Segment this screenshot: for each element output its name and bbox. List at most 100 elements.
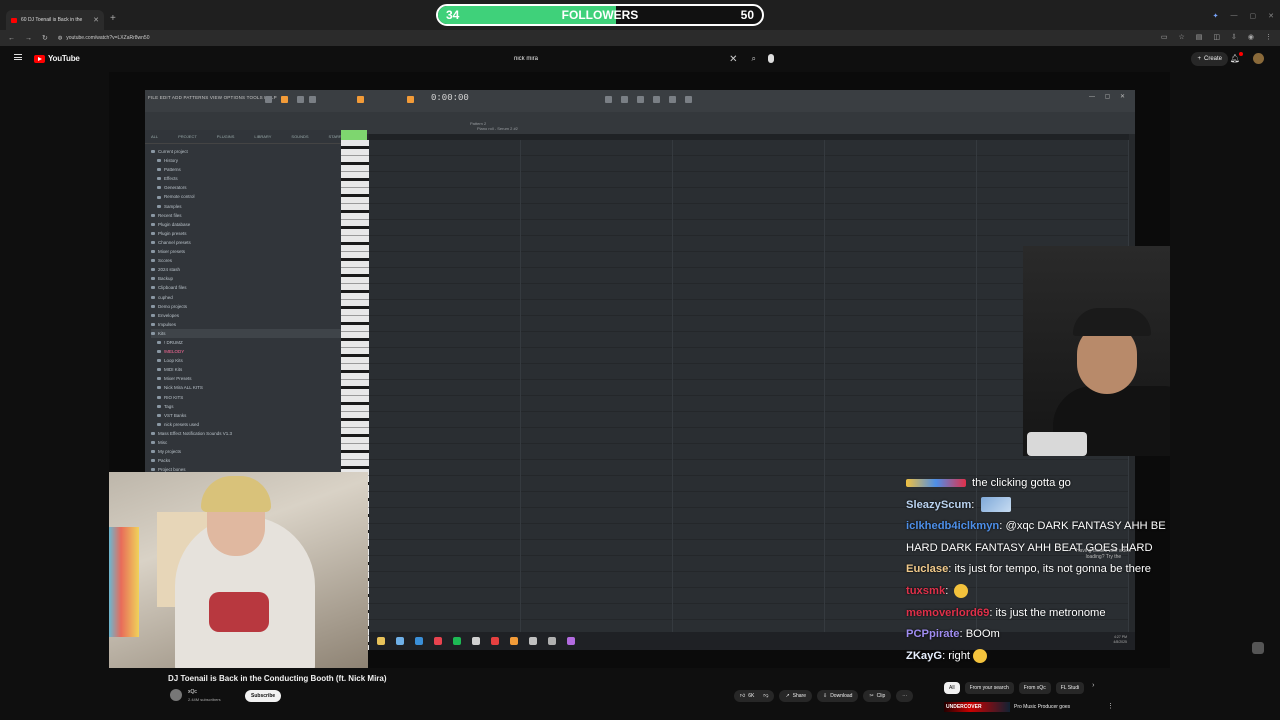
fl-browser-item[interactable]: Loop Kits: [151, 356, 341, 365]
fl-browser-item[interactable]: Remote control: [151, 192, 341, 201]
sidebar-icon[interactable]: ◫: [1213, 33, 1220, 41]
fl-browser-item[interactable]: 2024 stash: [151, 265, 341, 274]
chat-username[interactable]: ZKayG: [906, 650, 942, 662]
fl-browser-item[interactable]: Patterns: [151, 165, 341, 174]
fl-browser-item[interactable]: Clipboard files: [151, 283, 341, 292]
fl-browser-item[interactable]: Tags: [151, 402, 341, 411]
thumbs-down-icon[interactable]: 👎︎: [763, 693, 768, 699]
fl-browser-item[interactable]: Mass Effect Notification Sounds V1.3: [151, 429, 341, 438]
fl-browser-item[interactable]: Scores: [151, 256, 341, 265]
fl-browser-item[interactable]: Impulses: [151, 320, 341, 329]
fl-browser-item[interactable]: !MELODY: [151, 347, 341, 356]
share-button[interactable]: ↗ Share: [779, 690, 812, 702]
taskbar-app-icon[interactable]: [548, 637, 556, 645]
fl-browser-item[interactable]: nick presets used: [151, 420, 341, 429]
fl-browser-tab[interactable]: SOUNDS: [291, 134, 308, 139]
recommended-thumbnail[interactable]: UNDERCOVER: [944, 702, 1010, 712]
search-icon[interactable]: ⌕: [752, 54, 756, 64]
filter-chip[interactable]: FL Studi: [1055, 682, 1085, 694]
taskbar-app-icon[interactable]: [396, 637, 404, 645]
taskbar-app-icon[interactable]: [472, 637, 480, 645]
cast-icon[interactable]: ▭: [1161, 33, 1168, 41]
fl-browser-item[interactable]: Channel presets: [151, 238, 341, 247]
like-button[interactable]: 👍︎ 6K 👎︎: [734, 690, 775, 702]
chat-username[interactable]: Euclase: [906, 563, 948, 575]
notifications-bell-icon[interactable]: 🔔︎: [1230, 52, 1243, 63]
recommended-title[interactable]: Pro Music Producer goes: [1014, 704, 1070, 710]
fl-browser-tab[interactable]: PROJECT: [178, 134, 197, 139]
subscribe-button[interactable]: Subscribe: [245, 690, 282, 702]
recommended-video[interactable]: UNDERCOVER Pro Music Producer goes ⋮: [944, 702, 1114, 712]
browser-tab[interactable]: 60 DJ Toenail is Back in the ✕: [6, 10, 104, 30]
more-actions-button[interactable]: ⋯: [896, 690, 914, 702]
taskbar-app-icon[interactable]: [510, 637, 518, 645]
fl-browser-item[interactable]: Packs: [151, 456, 341, 465]
fl-browser-item[interactable]: Plugin presets: [151, 229, 341, 238]
back-icon[interactable]: ←: [8, 35, 15, 42]
fl-browser-item[interactable]: ! DRUMZ: [151, 338, 341, 347]
forward-icon[interactable]: →: [25, 35, 32, 42]
hamburger-menu-icon[interactable]: [14, 54, 22, 60]
chat-username[interactable]: iclkhedb4iclkmyn: [906, 520, 999, 532]
miniplayer-icon[interactable]: [1252, 642, 1264, 654]
fl-browser-item[interactable]: Mixer Presets: [151, 374, 341, 383]
fl-browser-item[interactable]: Generators: [151, 183, 341, 192]
create-button[interactable]: + Create: [1191, 52, 1228, 66]
fl-browser-item[interactable]: Demo projects: [151, 302, 341, 311]
taskbar-app-icon[interactable]: [453, 637, 461, 645]
fl-browser-tab[interactable]: LIBRARY: [254, 134, 271, 139]
fl-browser-tab[interactable]: PLUGINS: [217, 134, 235, 139]
fl-browser-item[interactable]: Mixer presets: [151, 247, 341, 256]
filter-chip[interactable]: From xQc: [1018, 682, 1051, 694]
taskbar-app-icon[interactable]: [434, 637, 442, 645]
fl-browser-item[interactable]: Misc: [151, 438, 341, 447]
close-window-icon[interactable]: ✕: [1268, 12, 1274, 20]
url-field[interactable]: ◍ youtube.com/watch?v=LXZaRr8wn50: [58, 35, 150, 41]
chips-next-icon[interactable]: ›: [1089, 682, 1094, 694]
fl-browser-item[interactable]: MIDI Kits: [151, 365, 341, 374]
fl-browser-item[interactable]: Kits: [151, 328, 341, 338]
taskbar-app-icon[interactable]: [567, 637, 575, 645]
fl-browser-tab[interactable]: ALL: [151, 134, 158, 139]
fl-browser-item[interactable]: Backup: [151, 274, 341, 283]
voice-search-mic-icon[interactable]: [768, 54, 774, 63]
maximize-icon[interactable]: ▢: [1250, 12, 1257, 20]
fl-browser-item[interactable]: My projects: [151, 447, 341, 456]
fl-browser-item[interactable]: VST Banks: [151, 411, 341, 420]
browser-menu-icon[interactable]: ⋮: [1265, 33, 1272, 41]
minimize-icon[interactable]: —: [1231, 12, 1238, 20]
taskbar-app-icon[interactable]: [377, 637, 385, 645]
fl-browser-item[interactable]: Current project: [151, 147, 341, 156]
taskbar-app-icon[interactable]: [415, 637, 423, 645]
fl-browser-item[interactable]: Samples: [151, 202, 341, 211]
filter-chip[interactable]: From your search: [964, 682, 1014, 694]
sparkle-icon[interactable]: ✦: [1213, 12, 1219, 20]
taskbar-app-icon[interactable]: [529, 637, 537, 645]
clear-search-icon[interactable]: ✕: [729, 54, 737, 65]
search-input[interactable]: [508, 51, 730, 67]
bookmark-star-icon[interactable]: ☆: [1178, 33, 1184, 41]
download-button[interactable]: ⇩ Download: [816, 690, 859, 702]
youtube-logo[interactable]: YouTube: [34, 54, 80, 63]
channel-avatar[interactable]: [170, 689, 182, 701]
chat-username[interactable]: SleazyScum: [906, 499, 971, 511]
fl-browser-item[interactable]: cuphed: [151, 293, 341, 302]
fl-browser-item[interactable]: Effects: [151, 174, 341, 183]
close-tab-icon[interactable]: ✕: [93, 16, 99, 24]
taskbar-app-icon[interactable]: [491, 637, 499, 645]
recommended-menu-icon[interactable]: ⋮: [1107, 702, 1114, 710]
chat-username[interactable]: PCPpirate: [906, 628, 959, 640]
fl-browser-item[interactable]: History: [151, 156, 341, 165]
extensions-icon[interactable]: ▤: [1196, 33, 1203, 41]
new-tab-icon[interactable]: +: [110, 13, 116, 24]
fl-browser-item[interactable]: Nick Mira ALL KITS: [151, 383, 341, 392]
filter-chip[interactable]: All: [944, 682, 960, 694]
reload-icon[interactable]: ↻: [42, 34, 48, 42]
chat-username[interactable]: memoverlord69: [906, 607, 989, 619]
fl-browser-item[interactable]: Plugin database: [151, 220, 341, 229]
fl-browser-item[interactable]: RIO KITS: [151, 393, 341, 402]
fl-browser-item[interactable]: Envelopes: [151, 311, 341, 320]
channel-name[interactable]: xQc: [188, 689, 197, 695]
account-avatar[interactable]: [1253, 53, 1264, 64]
site-info-icon[interactable]: ◍: [58, 35, 62, 41]
